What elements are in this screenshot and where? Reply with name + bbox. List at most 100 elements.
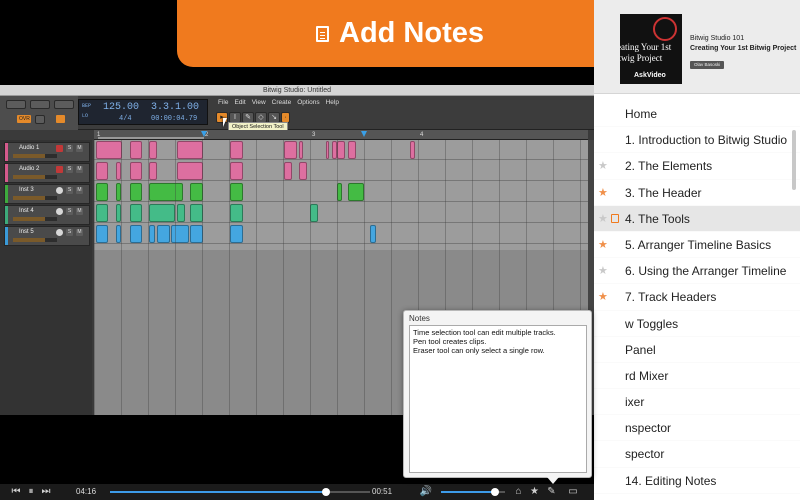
clip[interactable]: [177, 204, 185, 222]
clip[interactable]: [130, 141, 142, 159]
lesson-item[interactable]: ★ 3. The Header: [594, 180, 800, 206]
notes-edit-icon[interactable]: ✎: [545, 486, 558, 498]
lesson-item[interactable]: ★ 6. Using the Arranger Timeline: [594, 258, 800, 285]
clip[interactable]: [157, 225, 170, 243]
track-header[interactable]: Inst 3 SM: [4, 184, 90, 204]
lesson-item[interactable]: w Toggles: [594, 311, 800, 337]
favorite-star-icon[interactable]: ★: [598, 264, 608, 278]
clip[interactable]: [230, 183, 243, 201]
lesson-item[interactable]: nspector: [594, 415, 800, 442]
clip[interactable]: [348, 183, 364, 201]
clip[interactable]: [177, 162, 203, 180]
home-icon[interactable]: ⌂: [512, 486, 525, 498]
clip[interactable]: [130, 162, 142, 180]
lesson-item[interactable]: ★ 7. Track Headers: [594, 284, 800, 311]
pause-icon[interactable]: ⏸: [24, 486, 38, 498]
clip[interactable]: [310, 204, 318, 222]
clip[interactable]: [284, 162, 292, 180]
mute-button[interactable]: M: [76, 229, 83, 236]
solo-button[interactable]: S: [66, 166, 73, 173]
lesson-item[interactable]: 14. Editing Notes: [594, 468, 800, 494]
solo-button[interactable]: S: [66, 187, 73, 194]
lesson-item[interactable]: spector: [594, 441, 800, 468]
lesson-item[interactable]: ★ 5. Arranger Timeline Basics: [594, 232, 800, 259]
lesson-item[interactable]: 1. Introduction to Bitwig Studio: [594, 127, 800, 154]
clip[interactable]: [96, 225, 108, 243]
lesson-item[interactable]: ★ 2. The Elements: [594, 153, 800, 180]
clip[interactable]: [130, 183, 142, 201]
favorite-star-icon[interactable]: ★: [598, 238, 608, 252]
clip[interactable]: [149, 141, 157, 159]
clip[interactable]: [348, 141, 356, 159]
clip[interactable]: [230, 141, 243, 159]
track-volume[interactable]: [13, 175, 57, 179]
track-lane[interactable]: [94, 161, 588, 181]
monitor-icon[interactable]: [56, 187, 63, 194]
volume-icon[interactable]: 🔊: [419, 486, 433, 498]
clip[interactable]: [284, 141, 297, 159]
solo-button[interactable]: S: [66, 208, 73, 215]
clip[interactable]: [299, 141, 303, 159]
track-volume[interactable]: [13, 154, 57, 158]
clip[interactable]: [230, 225, 243, 243]
track-header[interactable]: Inst 4 SM: [4, 205, 90, 225]
volume-handle[interactable]: [491, 488, 500, 496]
favorite-star-icon[interactable]: ★: [598, 212, 608, 226]
clip[interactable]: [299, 162, 307, 180]
mute-button[interactable]: M: [76, 187, 83, 194]
mute-button[interactable]: M: [76, 208, 83, 215]
star-icon[interactable]: ★: [528, 486, 541, 498]
mute-button[interactable]: M: [76, 145, 83, 152]
clip[interactable]: [149, 204, 175, 222]
track-header[interactable]: Audio 1 SM: [4, 142, 90, 162]
track-header[interactable]: Audio 2 SM: [4, 163, 90, 183]
solo-button[interactable]: S: [66, 229, 73, 236]
record-arm-icon[interactable]: [56, 166, 63, 173]
lesson-item[interactable]: rd Mixer: [594, 363, 800, 390]
solo-button[interactable]: S: [66, 145, 73, 152]
clip[interactable]: [171, 225, 189, 243]
clip[interactable]: [410, 141, 415, 159]
clip[interactable]: [149, 225, 155, 243]
sidebar-scrollbar[interactable]: [792, 130, 796, 190]
clip[interactable]: [96, 141, 122, 159]
clip[interactable]: [326, 141, 329, 159]
clip[interactable]: [149, 183, 183, 201]
clip[interactable]: [96, 162, 108, 180]
clip[interactable]: [177, 141, 203, 159]
lesson-item[interactable]: Panel: [594, 337, 800, 363]
progress-handle[interactable]: [321, 488, 330, 496]
mute-button[interactable]: M: [76, 166, 83, 173]
track-volume[interactable]: [13, 238, 57, 242]
track-volume[interactable]: [13, 196, 57, 200]
course-thumbnail[interactable]: Creating Your 1st Bitwig Project AskVide…: [620, 14, 682, 84]
lesson-item[interactable]: ixer: [594, 389, 800, 416]
clip[interactable]: [130, 204, 142, 222]
clip[interactable]: [96, 204, 108, 222]
clip[interactable]: [230, 162, 243, 180]
lesson-item[interactable]: Home: [594, 101, 800, 128]
clip[interactable]: [130, 225, 142, 243]
favorite-star-icon[interactable]: ★: [598, 186, 608, 200]
record-arm-icon[interactable]: [56, 145, 63, 152]
volume-slider[interactable]: [441, 488, 505, 496]
monitor-icon[interactable]: [56, 208, 63, 215]
fullscreen-icon[interactable]: ▭: [565, 486, 581, 498]
fast-forward-icon[interactable]: ⏭: [38, 486, 54, 498]
clip[interactable]: [96, 183, 108, 201]
favorite-star-icon[interactable]: ★: [598, 159, 608, 173]
favorite-star-icon[interactable]: ★: [598, 290, 608, 304]
monitor-icon[interactable]: [56, 229, 63, 236]
track-header[interactable]: Inst 5 SM: [4, 226, 90, 246]
track-volume[interactable]: [13, 217, 57, 221]
lesson-label: 3. The Header: [625, 185, 702, 200]
clip[interactable]: [149, 162, 157, 180]
clip[interactable]: [337, 141, 345, 159]
progress-bar[interactable]: [110, 488, 370, 496]
clip[interactable]: [370, 225, 376, 243]
rewind-icon[interactable]: ⏮: [8, 486, 24, 498]
lesson-item[interactable]: ★ 4. The Tools: [594, 205, 800, 232]
note-edit-icon[interactable]: [611, 213, 619, 223]
notes-textarea[interactable]: Time selection tool can edit multiple tr…: [409, 325, 587, 473]
clip[interactable]: [230, 204, 243, 222]
